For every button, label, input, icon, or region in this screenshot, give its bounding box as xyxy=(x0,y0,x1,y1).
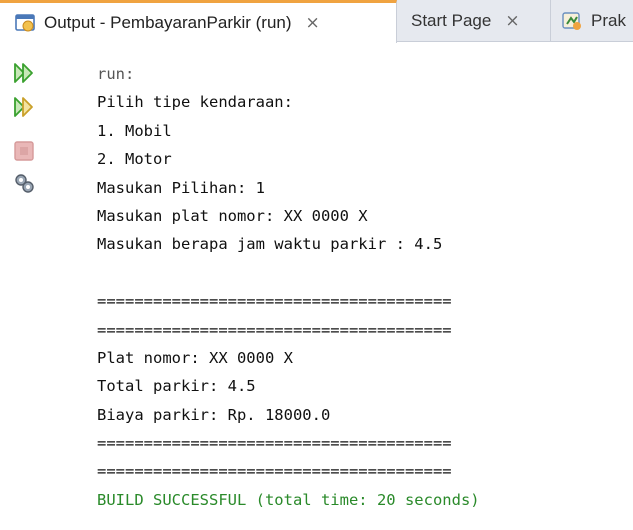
tab-start-page-label: Start Page xyxy=(411,11,492,30)
console-line: 2. Motor xyxy=(97,150,172,169)
console-line: BUILD SUCCESSFUL (total time: 20 seconds… xyxy=(97,490,480,509)
console-line: Masukan berapa jam waktu parkir : 4.5 xyxy=(97,235,443,254)
console-line: Plat nomor: XX 0000 X xyxy=(97,348,293,367)
close-icon[interactable]: × xyxy=(306,13,320,33)
console-line: run: xyxy=(97,65,135,83)
console-line: Masukan plat nomor: XX 0000 X xyxy=(97,206,368,225)
tab-output-label: Output - PembayaranParkir (run) xyxy=(44,13,292,32)
rerun-with-options-icon[interactable] xyxy=(12,95,36,119)
console-line: ====================================== xyxy=(97,462,452,481)
console-line: ====================================== xyxy=(97,292,452,311)
output-console[interactable]: run: Pilih tipe kendaraan: 1. Mobil 2. Moto… xyxy=(97,60,627,514)
console-line: Masukan Pilihan: 1 xyxy=(97,178,265,197)
rerun-icon[interactable] xyxy=(12,61,36,85)
java-project-icon xyxy=(562,12,581,30)
console-line: Biaya parkir: Rp. 18000.0 xyxy=(97,405,331,424)
settings-icon[interactable] xyxy=(12,171,36,195)
tab-output[interactable]: Output - PembayaranParkir (run) × xyxy=(0,0,397,43)
close-icon[interactable]: × xyxy=(505,11,519,31)
output-toolbar xyxy=(0,43,44,530)
tab-prak[interactable]: Prak xyxy=(551,0,633,42)
tab-prak-label: Prak xyxy=(591,11,626,30)
console-line: Total parkir: 4.5 xyxy=(97,377,256,396)
console-line: ====================================== xyxy=(97,320,452,339)
output-window-icon xyxy=(15,14,35,32)
stop-icon[interactable] xyxy=(12,139,36,163)
console-line: 1. Mobil xyxy=(97,121,172,140)
console-line: ====================================== xyxy=(97,434,452,453)
editor-tab-bar: Output - PembayaranParkir (run) × Start … xyxy=(0,0,633,43)
console-line: Pilih tipe kendaraan: xyxy=(97,93,293,112)
tab-start-page[interactable]: Start Page × xyxy=(397,0,551,42)
